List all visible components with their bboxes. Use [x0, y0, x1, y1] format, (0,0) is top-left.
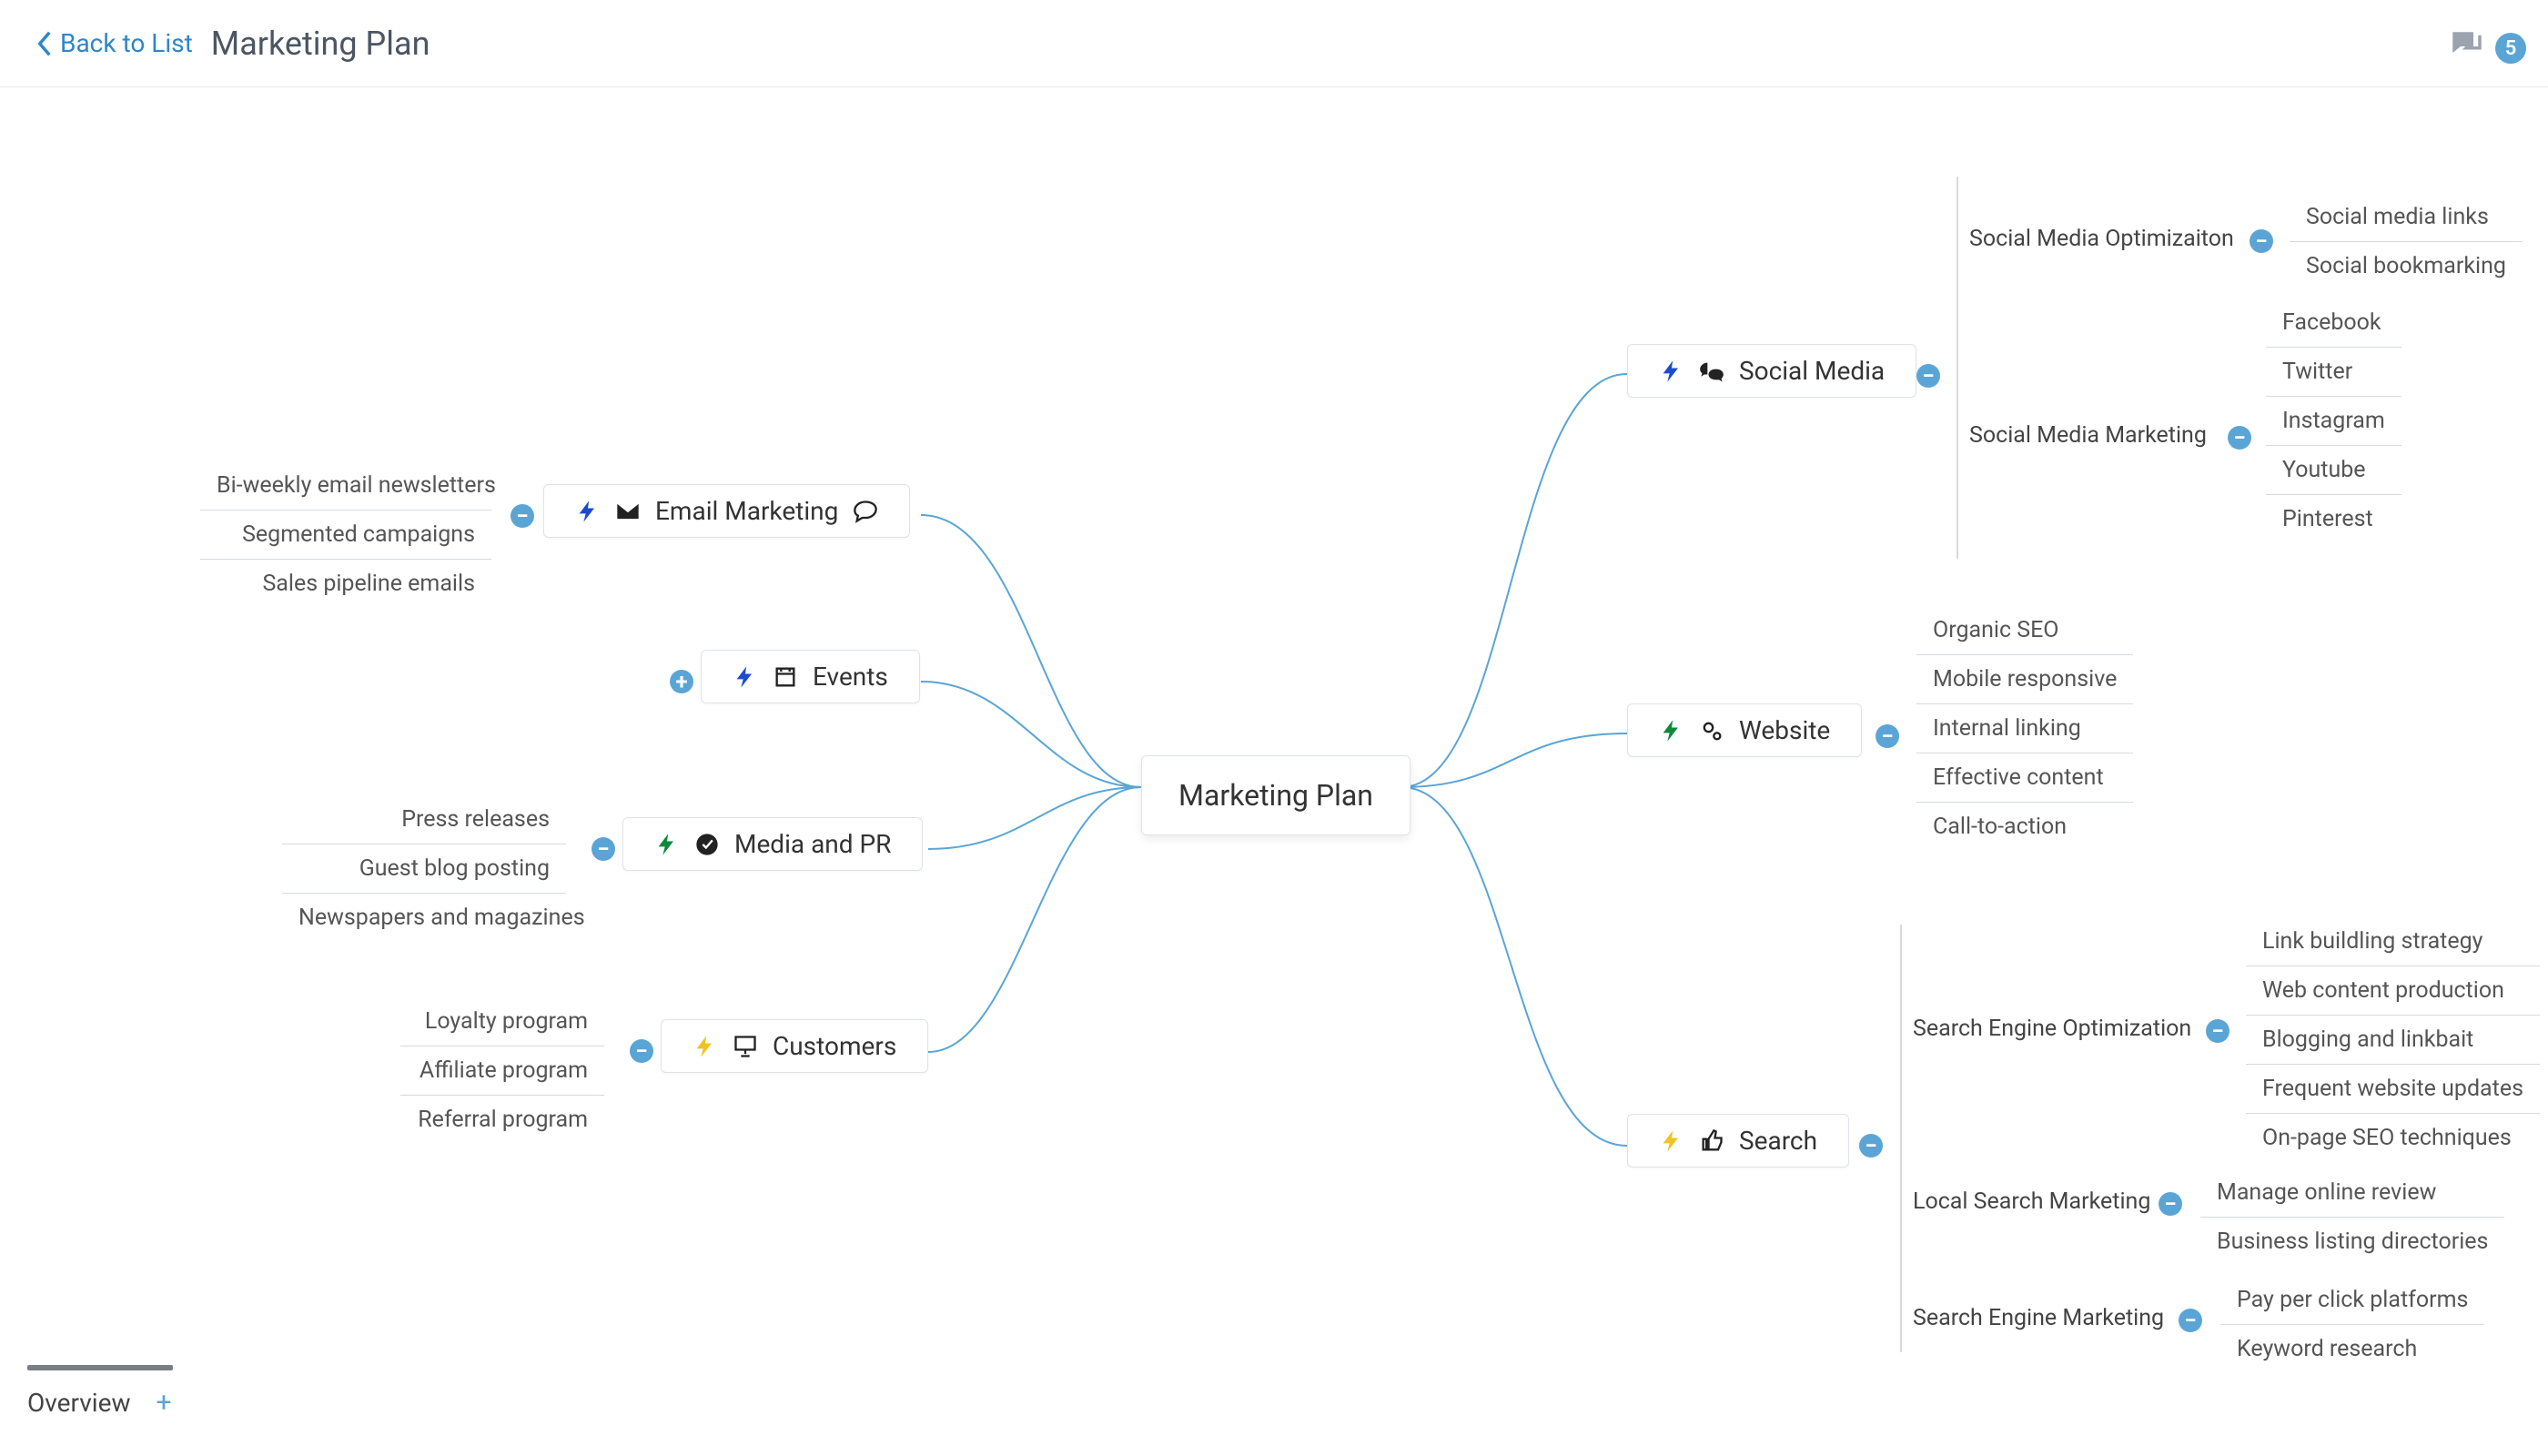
collapse-toggle[interactable]: −	[2250, 229, 2273, 253]
comment-icon	[853, 499, 878, 524]
collapse-toggle[interactable]: −	[630, 1039, 653, 1063]
node-root[interactable]: Marketing Plan	[1141, 755, 1410, 835]
leaf-item[interactable]: Loyalty program	[400, 997, 604, 1046]
tab-indicator	[27, 1365, 173, 1370]
leaf-group-local: Manage online review Business listing di…	[2200, 1168, 2504, 1266]
bolt-icon	[733, 664, 758, 690]
collapse-toggle[interactable]: −	[2159, 1192, 2182, 1216]
header: Back to List Marketing Plan 5	[0, 0, 2548, 87]
leaf-item[interactable]: On-page SEO techniques	[2246, 1114, 2540, 1162]
leaf-item[interactable]: Newspapers and magazines	[282, 894, 566, 942]
calendar-icon	[773, 664, 798, 690]
bottom-bar: Overview +	[0, 1356, 2548, 1456]
leaf-item[interactable]: Manage online review	[2200, 1168, 2504, 1218]
leaf-item[interactable]: Organic SEO	[1916, 606, 2133, 655]
leaf-group-sem: Pay per click platforms Keyword research	[2220, 1276, 2484, 1373]
group-bar	[1900, 925, 1902, 1352]
leaf-item[interactable]: Call-to-action	[1916, 803, 2133, 851]
leaf-item[interactable]: Keyword research	[2220, 1325, 2484, 1373]
bolt-icon	[1659, 359, 1684, 384]
collapse-toggle[interactable]: −	[2228, 426, 2251, 450]
envelope-icon	[615, 499, 641, 524]
tab-overview[interactable]: Overview	[27, 1388, 131, 1418]
presentation-icon	[733, 1034, 758, 1059]
node-media-pr[interactable]: Media and PR	[622, 817, 923, 871]
bolt-icon	[1659, 718, 1684, 743]
leaf-group-seo: Link buildling strategy Web content prod…	[2246, 917, 2540, 1162]
subgroup-label[interactable]: Local Search Marketing	[1913, 1188, 2150, 1215]
subgroup-label[interactable]: Search Engine Optimization	[1913, 1016, 2191, 1042]
group-bar	[1956, 177, 1958, 559]
page-title: Marketing Plan	[211, 25, 430, 63]
leaf-item[interactable]: Youtube	[2266, 446, 2401, 495]
leaf-item[interactable]: Mobile responsive	[1916, 655, 2133, 704]
leaf-item[interactable]: Link buildling strategy	[2246, 917, 2540, 966]
subgroup-label[interactable]: Social Media Optimizaiton	[1969, 226, 2234, 252]
node-website[interactable]: Website	[1627, 703, 1862, 757]
leaf-item[interactable]: Bi-weekly email newsletters	[200, 461, 491, 511]
leaf-item[interactable]: Facebook	[2266, 298, 2401, 348]
leaf-group-smm: Facebook Twitter Instagram Youtube Pinte…	[2266, 298, 2401, 543]
collapse-toggle[interactable]: −	[511, 504, 534, 528]
node-customers[interactable]: Customers	[661, 1019, 928, 1073]
collapse-toggle[interactable]: −	[2179, 1309, 2202, 1332]
connection-lines	[0, 87, 2548, 1361]
wechat-icon	[1699, 359, 1724, 384]
leaf-item[interactable]: Web content production	[2246, 966, 2540, 1016]
leaf-item[interactable]: Twitter	[2266, 348, 2401, 397]
collapse-toggle[interactable]: −	[1916, 364, 1940, 388]
add-tab-button[interactable]: +	[157, 1387, 172, 1419]
bolt-icon	[575, 499, 601, 524]
bolt-icon	[654, 832, 680, 857]
leaf-item[interactable]: Social media links	[2290, 193, 2523, 242]
node-search[interactable]: Search	[1627, 1114, 1849, 1168]
bolt-icon	[1659, 1128, 1684, 1154]
leaf-item[interactable]: Affiliate program	[400, 1046, 604, 1096]
leaf-item[interactable]: Pay per click platforms	[2220, 1276, 2484, 1325]
expand-toggle[interactable]: +	[670, 670, 693, 693]
leaf-group-email: Bi-weekly email newsletters Segmented ca…	[200, 461, 491, 608]
leaf-item[interactable]: Effective content	[1916, 753, 2133, 803]
node-events[interactable]: Events	[701, 650, 920, 703]
leaf-item[interactable]: Sales pipeline emails	[200, 560, 491, 608]
node-email-marketing[interactable]: Email Marketing	[543, 484, 910, 538]
back-to-list-link[interactable]: Back to List	[36, 28, 193, 58]
leaf-item[interactable]: Press releases	[282, 795, 566, 844]
gears-icon	[1699, 718, 1724, 743]
leaf-item[interactable]: Social bookmarking	[2290, 242, 2523, 290]
thumbs-up-icon	[1699, 1128, 1724, 1154]
node-social-media[interactable]: Social Media	[1627, 344, 1916, 398]
leaf-item[interactable]: Instagram	[2266, 397, 2401, 446]
leaf-group-website: Organic SEO Mobile responsive Internal l…	[1916, 606, 2133, 851]
leaf-group-customers: Loyalty program Affiliate program Referr…	[400, 997, 604, 1144]
leaf-item[interactable]: Business listing directories	[2200, 1218, 2504, 1266]
collapse-toggle[interactable]: −	[592, 837, 615, 861]
leaf-item[interactable]: Guest blog posting	[282, 844, 566, 894]
leaf-group-media: Press releases Guest blog posting Newspa…	[282, 795, 566, 942]
collapse-toggle[interactable]: −	[2206, 1019, 2230, 1043]
leaf-item[interactable]: Referral program	[400, 1096, 604, 1144]
leaf-item[interactable]: Blogging and linkbait	[2246, 1016, 2540, 1065]
subgroup-label[interactable]: Social Media Marketing	[1969, 422, 2207, 449]
chevron-left-icon	[36, 31, 53, 56]
leaf-item[interactable]: Pinterest	[2266, 495, 2401, 543]
bolt-icon	[693, 1034, 718, 1059]
subgroup-label[interactable]: Search Engine Marketing	[1913, 1305, 2164, 1331]
back-label: Back to List	[60, 28, 193, 58]
collapse-toggle[interactable]: −	[1859, 1134, 1883, 1158]
leaf-item[interactable]: Frequent website updates	[2246, 1065, 2540, 1114]
collapse-toggle[interactable]: −	[1876, 724, 1899, 748]
leaf-item[interactable]: Internal linking	[1916, 704, 2133, 753]
leaf-item[interactable]: Segmented campaigns	[200, 511, 491, 560]
leaf-group-smo: Social media links Social bookmarking	[2290, 193, 2523, 290]
comments-icon[interactable]	[2448, 27, 2486, 69]
check-circle-icon	[694, 832, 720, 857]
mindmap-canvas[interactable]: Marketing Plan Email Marketing − Bi-week…	[0, 87, 2548, 1361]
comment-count-badge[interactable]: 5	[2495, 33, 2526, 64]
